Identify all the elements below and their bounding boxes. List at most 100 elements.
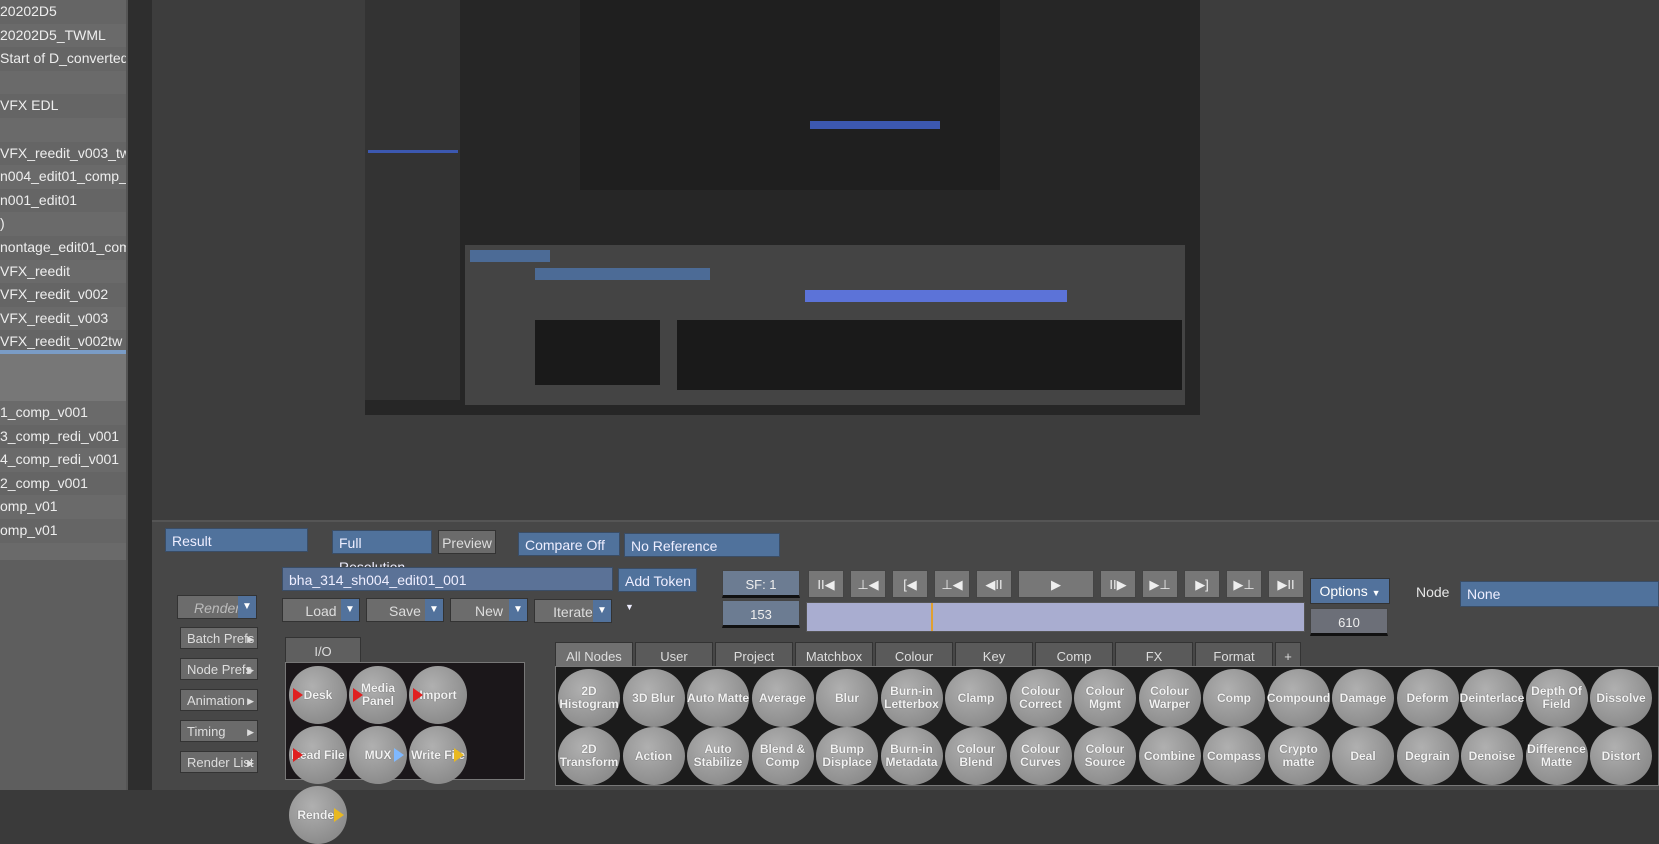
node-2d-histogram[interactable]: 2D Histogram (558, 669, 620, 727)
file-list-item[interactable] (0, 353, 136, 378)
node-blend-comp[interactable]: Blend & Comp (751, 727, 814, 785)
file-list-item[interactable]: VFX_reedit_v002 (0, 283, 136, 307)
node-deinterlace[interactable]: Deinterlace (1460, 669, 1524, 727)
start-frame-field[interactable]: SF: 1 (722, 570, 800, 598)
go-to-out-button[interactable]: ▶] (1184, 570, 1220, 598)
node-mux[interactable]: MUX (349, 726, 407, 784)
step-back-button[interactable]: ◀II (976, 570, 1012, 598)
node-burn-in-letterbox[interactable]: Burn-in Letterbox (880, 669, 943, 727)
prev-marker-button[interactable]: ⊥◀ (934, 570, 970, 598)
full-resolution-button[interactable]: Full Resolution (332, 530, 432, 575)
file-list-item[interactable]: VFX_reedit_v002tw (0, 330, 136, 354)
file-list-item[interactable] (0, 377, 136, 402)
file-list-item[interactable]: n004_edit01_comp_v (0, 165, 136, 189)
file-list[interactable]: 20202D5 20202D5_TWML Start of D_converted V… (0, 0, 136, 560)
file-list-item[interactable] (0, 71, 136, 95)
node-auto-stabilize[interactable]: Auto Stabilize (687, 727, 749, 785)
end-frame-field[interactable]: 610 (1310, 608, 1388, 636)
iterate-dropdown[interactable]: Iterate ▼ (534, 599, 612, 623)
node-media-panel[interactable]: Media Panel (349, 666, 407, 724)
load-dropdown[interactable]: Load ▼ (282, 598, 360, 622)
node-deform[interactable]: Deform (1396, 669, 1459, 727)
node-3d-blur[interactable]: 3D Blur (622, 669, 685, 727)
file-list-item[interactable]: VFX EDL (0, 94, 136, 118)
file-list-item[interactable]: ) (0, 212, 136, 236)
next-marker-button[interactable]: ▶⊥ (1142, 570, 1178, 598)
file-list-item[interactable]: n001_edit01 (0, 188, 136, 213)
node-combine[interactable]: Combine (1138, 727, 1201, 785)
node-import[interactable]: Import (409, 666, 467, 724)
file-list-scrollbar[interactable] (126, 0, 152, 790)
node-difference-matte[interactable]: Difference Matte (1525, 727, 1588, 785)
node-2d-transform[interactable]: 2D Transform (558, 727, 620, 785)
node-colour-source[interactable]: Colour Source (1074, 727, 1136, 785)
play-button[interactable]: ▶ (1018, 570, 1094, 598)
node-degrain[interactable]: Degrain (1396, 727, 1459, 785)
file-list-item[interactable]: 4_comp_redi_v001 (0, 448, 136, 472)
batch-prefs-button[interactable]: Batch Prefs ▶ (180, 627, 258, 649)
node-deal[interactable]: Deal (1332, 727, 1394, 785)
node-auto-matte[interactable]: Auto Matte (687, 669, 749, 727)
node-colour-correct[interactable]: Colour Correct (1009, 669, 1072, 727)
result-view-selector[interactable]: Result (165, 528, 308, 552)
node-read-file[interactable]: Read File (289, 726, 347, 784)
file-list-item[interactable]: 20202D5 (0, 0, 136, 24)
node-colour-warper[interactable]: Colour Warper (1138, 669, 1201, 727)
file-list-item[interactable]: VFX_reedit_v003 (0, 307, 136, 331)
node-distort[interactable]: Distort (1590, 727, 1652, 785)
node-render[interactable]: Render (289, 786, 347, 844)
file-list-item[interactable]: omp_v01 (0, 519, 136, 543)
node-clamp[interactable]: Clamp (945, 669, 1007, 727)
go-to-in-button[interactable]: [◀ (892, 570, 928, 598)
node-comp[interactable]: Comp (1203, 669, 1265, 727)
node-blur[interactable]: Blur (816, 669, 878, 727)
compare-selector[interactable]: Compare Off (518, 532, 620, 556)
node-action[interactable]: Action (622, 727, 685, 785)
node-compound[interactable]: Compound (1267, 669, 1330, 727)
file-list-item[interactable]: 20202D5_TWML (0, 24, 136, 48)
current-frame-field[interactable]: 153 (722, 600, 800, 628)
timeline-slider[interactable] (806, 602, 1305, 632)
preview-button[interactable]: Preview (438, 530, 496, 554)
file-list-item[interactable]: 1_comp_v001 (0, 401, 136, 425)
node-write-file[interactable]: Write File (409, 726, 467, 784)
node-colour-mgmt[interactable]: Colour Mgmt (1074, 669, 1136, 727)
file-list-item[interactable]: VFX_reedit (0, 260, 136, 284)
next-keyframe-button[interactable]: ▶⊥ (1226, 570, 1262, 598)
node-dissolve[interactable]: Dissolve (1590, 669, 1652, 727)
node-field[interactable]: None (1460, 581, 1659, 607)
add-token-button[interactable]: Add Token ▼ (618, 568, 697, 612)
node-bump-displace[interactable]: Bump Displace (816, 727, 878, 785)
node-crypto-matte[interactable]: Crypto matte (1267, 727, 1330, 785)
file-list-item[interactable]: nontage_edit01_comp. (0, 235, 136, 260)
timing-button[interactable]: Timing ▶ (180, 720, 258, 742)
node-colour-curves[interactable]: Colour Curves (1009, 727, 1072, 785)
node-denoise[interactable]: Denoise (1461, 727, 1523, 785)
playhead[interactable] (931, 603, 934, 631)
step-forward-button[interactable]: II▶ (1100, 570, 1136, 598)
node-depth-of-field[interactable]: Depth Of Field (1525, 669, 1588, 727)
setup-name-field[interactable]: bha_314_sh004_edit01_001 (282, 567, 613, 591)
options-dropdown[interactable]: Options ▼ (1310, 578, 1390, 604)
file-list-item[interactable] (0, 118, 136, 142)
file-list-item[interactable]: 3_comp_redi_v001 (0, 424, 136, 449)
node-average[interactable]: Average (751, 669, 814, 727)
last-frame-button[interactable]: ▶II (1268, 570, 1304, 598)
render-list-button[interactable]: Render List ▶ (180, 751, 258, 773)
file-list-item[interactable]: Start of D_converted (0, 47, 136, 71)
file-list-item[interactable]: VFX_reedit_v003_twr (0, 141, 136, 166)
animation-button[interactable]: Animation ▶ (180, 689, 258, 711)
render-dropdown[interactable]: Render ▼ (177, 595, 257, 619)
node-damage[interactable]: Damage (1332, 669, 1394, 727)
save-dropdown[interactable]: Save ▼ (366, 598, 444, 622)
node-prefs-button[interactable]: Node Prefs ▶ (180, 658, 258, 680)
tab-io[interactable]: I/O (285, 637, 361, 665)
new-dropdown[interactable]: New ▼ (450, 598, 528, 622)
reference-selector[interactable]: No Reference (624, 533, 780, 557)
first-frame-button[interactable]: II◀ (808, 570, 844, 598)
prev-keyframe-button[interactable]: ⊥◀ (850, 570, 886, 598)
file-list-item[interactable]: omp_v01 (0, 495, 136, 519)
file-list-item[interactable]: 2_comp_v001 (0, 471, 136, 496)
node-burn-in-metadata[interactable]: Burn-in Metadata (880, 727, 943, 785)
node-compass[interactable]: Compass (1203, 727, 1265, 785)
